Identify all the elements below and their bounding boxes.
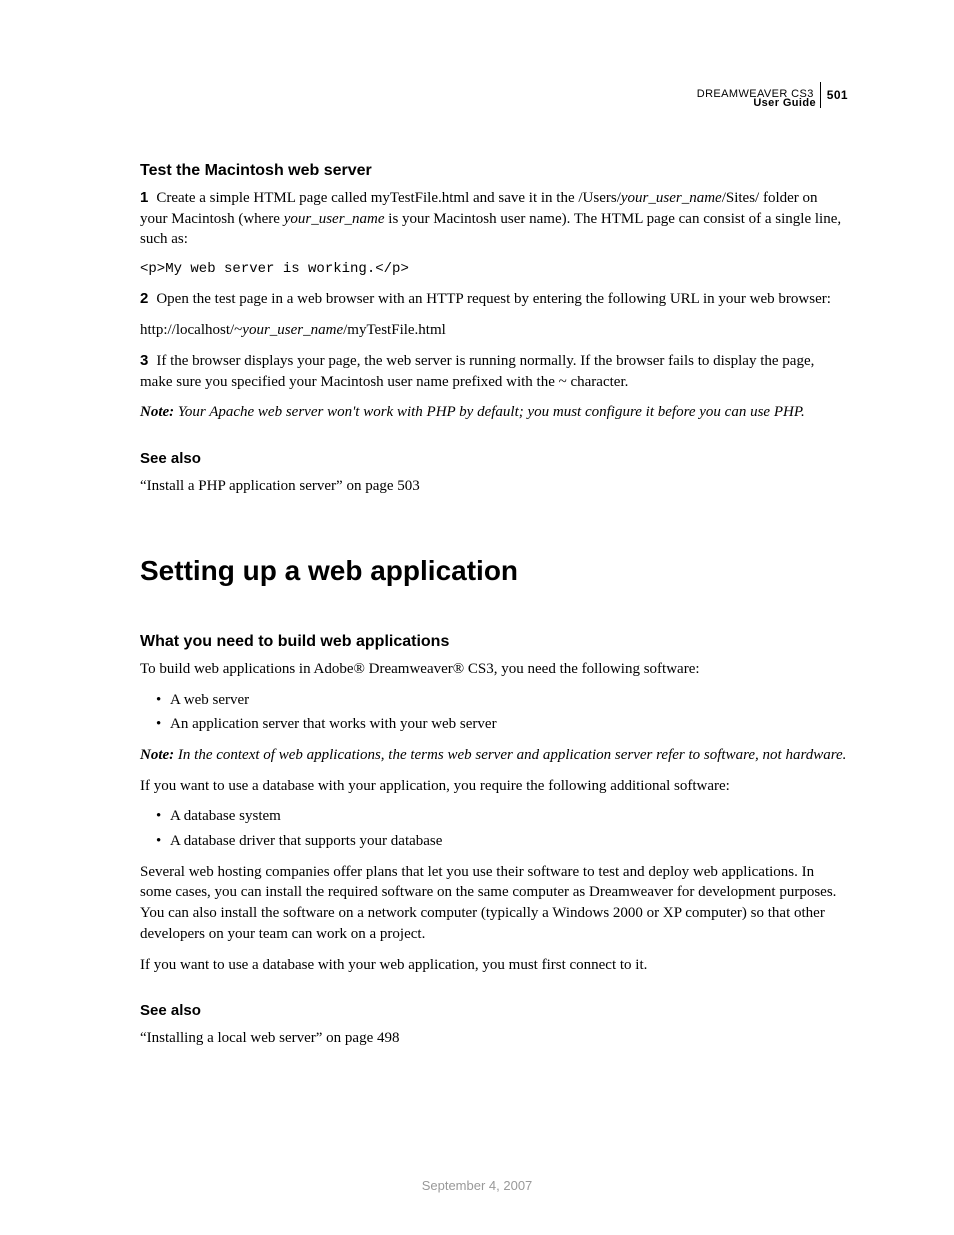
see-also-link[interactable]: “Install a PHP application server” on pa… — [140, 476, 848, 497]
variable-text: your_user_name — [621, 190, 722, 206]
url-prefix: http://localhost/~ — [140, 322, 242, 338]
note-text: In the context of web applications, the … — [174, 747, 846, 763]
variable-text: your_user_name — [242, 322, 343, 338]
url-line: http://localhost/~your_user_name/myTestF… — [140, 320, 848, 341]
step-number: 1 — [140, 189, 148, 206]
step-3: 3If the browser displays your page, the … — [140, 351, 848, 392]
step-number: 3 — [140, 352, 148, 369]
variable-text: your_user_name — [284, 211, 385, 227]
header-divider — [820, 82, 821, 108]
list-item: An application server that works with yo… — [140, 714, 848, 735]
see-also-heading: See also — [140, 1001, 848, 1022]
url-suffix: /myTestFile.html — [343, 322, 446, 338]
see-also-heading: See also — [140, 449, 848, 470]
main-content: Test the Macintosh web server 1 Create a … — [140, 160, 848, 1049]
bullet-list-db: A database system A database driver that… — [140, 806, 848, 851]
db-intro-paragraph: If you want to use a database with your … — [140, 776, 848, 797]
step-1: 1 Create a simple HTML page called myTest… — [140, 188, 848, 250]
note-label: Note: — [140, 747, 174, 763]
main-heading-setting-up: Setting up a web application — [140, 552, 848, 591]
section-heading-what-you-need: What you need to build web applications — [140, 631, 848, 653]
code-sample: <p>My web server is working.</p> — [140, 260, 848, 279]
see-also-link[interactable]: “Installing a local web server” on page … — [140, 1028, 848, 1049]
note-paragraph: Note: In the context of web applications… — [140, 745, 848, 766]
bullet-list-software: A web server An application server that … — [140, 690, 848, 735]
list-item: A database driver that supports your dat… — [140, 831, 848, 852]
note-label: Note: — [140, 404, 174, 420]
step-text: Create a simple HTML page called myTestF… — [156, 190, 621, 206]
note-paragraph: Note: Your Apache web server won't work … — [140, 402, 848, 423]
intro-paragraph: To build web applications in Adobe® Drea… — [140, 659, 848, 680]
page-header: DREAMWEAVER CS3 501 User Guide — [697, 82, 848, 111]
list-item: A database system — [140, 806, 848, 827]
step-text: Open the test page in a web browser with… — [156, 291, 831, 307]
note-text: Your Apache web server won't work with P… — [174, 404, 805, 420]
list-item: A web server — [140, 690, 848, 711]
step-2: 2 Open the test page in a web browser wit… — [140, 289, 848, 310]
section-heading-test-mac: Test the Macintosh web server — [140, 160, 848, 182]
step-text: If the browser displays your page, the w… — [140, 353, 814, 390]
header-page-number: 501 — [827, 87, 848, 104]
body-paragraph: Several web hosting companies offer plan… — [140, 862, 848, 945]
body-paragraph: If you want to use a database with your … — [140, 955, 848, 976]
page-footer-date: September 4, 2007 — [0, 1177, 954, 1195]
step-number: 2 — [140, 290, 148, 307]
